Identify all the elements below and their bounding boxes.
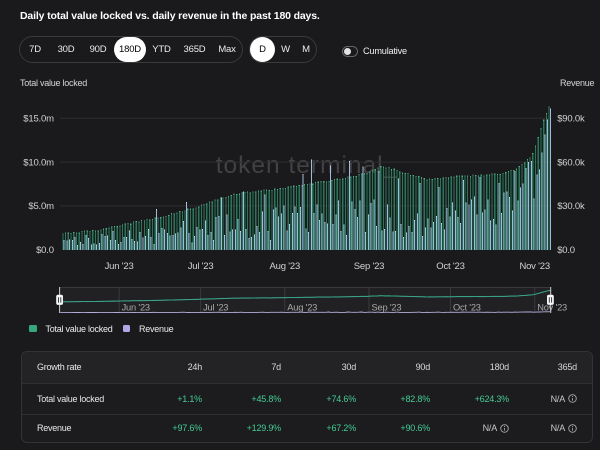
svg-text:Jul '23: Jul '23 — [203, 303, 228, 313]
svg-text:Aug '23: Aug '23 — [270, 261, 301, 272]
svg-text:Nov '23: Nov '23 — [519, 261, 550, 272]
svg-text:Aug '23: Aug '23 — [287, 303, 317, 313]
svg-text:$15.0m: $15.0m — [23, 114, 54, 125]
svg-text:Jun '23: Jun '23 — [105, 261, 134, 272]
svg-text:Oct '23: Oct '23 — [436, 261, 464, 272]
svg-text:$90.0k: $90.0k — [557, 114, 585, 125]
svg-text:Jul '23: Jul '23 — [188, 261, 214, 272]
svg-text:$10.0m: $10.0m — [23, 157, 54, 168]
svg-text:Oct '23: Oct '23 — [453, 303, 481, 313]
svg-text:token terminal_: token terminal_ — [216, 152, 399, 179]
svg-text:$0.0: $0.0 — [557, 245, 575, 256]
svg-text:$0.0: $0.0 — [36, 245, 54, 256]
svg-text:$60.0k: $60.0k — [557, 157, 585, 168]
svg-text:Sep '23: Sep '23 — [372, 303, 402, 313]
svg-text:$30.0k: $30.0k — [557, 201, 585, 212]
svg-text:Jun '23: Jun '23 — [122, 303, 150, 313]
svg-text:Sep '23: Sep '23 — [354, 261, 385, 272]
svg-text:$5.0m: $5.0m — [28, 201, 54, 212]
